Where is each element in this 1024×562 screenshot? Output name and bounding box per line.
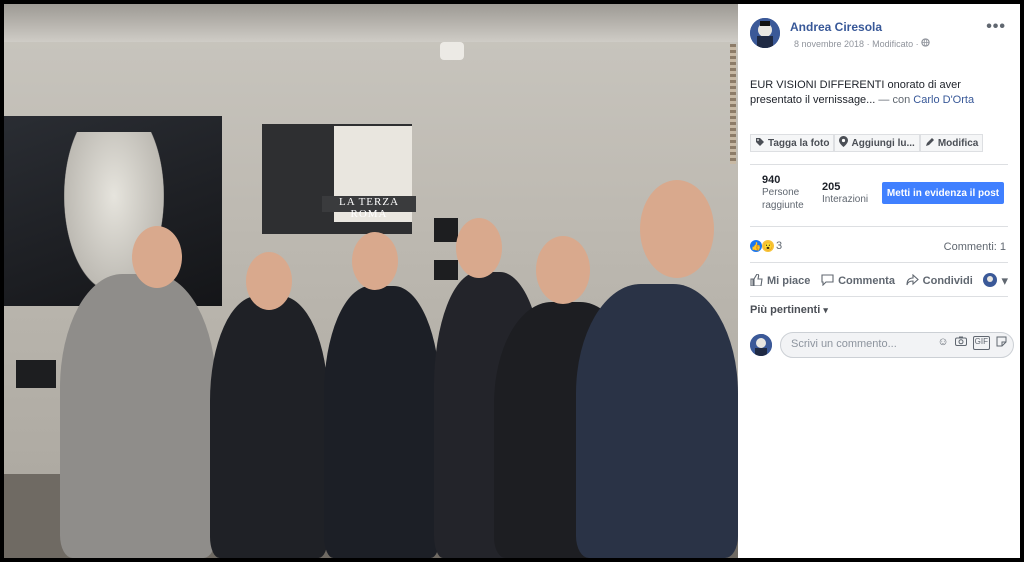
comment-sort-dropdown[interactable]: Più pertinenti ▾	[750, 304, 828, 316]
pencil-icon	[925, 137, 935, 150]
divider	[750, 296, 1008, 297]
like-reaction-icon: 👍	[750, 240, 762, 252]
post-side-panel: Andrea Ciresola 8 novembre 2018 · Modifi…	[730, 4, 1020, 558]
post-photo[interactable]: LA TERZA ROMA	[4, 4, 738, 558]
like-label: Mi piace	[767, 275, 811, 287]
reactions-count: 3	[776, 240, 783, 252]
photo-caption-text: LA TERZA ROMA	[322, 196, 416, 220]
photo-person-head	[132, 226, 182, 288]
author-avatar[interactable]	[750, 18, 780, 48]
photo-plaque	[434, 218, 458, 242]
interactions-label: Interazioni	[822, 194, 869, 205]
edited-label[interactable]: Modificato	[872, 39, 913, 49]
like-button[interactable]: Mi piace	[750, 272, 811, 289]
screenshot-frame: LA TERZA ROMA Andrea Ciresola 8 novembre…	[0, 0, 1024, 562]
photo-plaque	[434, 260, 458, 280]
security-camera	[440, 42, 464, 60]
share-button[interactable]: Condividi	[906, 273, 973, 289]
comment-composer: Scrivi un commento... ☺ GIF	[750, 330, 1014, 360]
post-date[interactable]: 8 novembre 2018	[794, 39, 864, 49]
tagged-person-link[interactable]: Carlo D'Orta	[913, 94, 974, 106]
photo-person-head	[352, 232, 398, 290]
photo-person	[60, 274, 216, 558]
photo-person-head	[246, 252, 292, 310]
comment-placeholder: Scrivi un commento...	[791, 338, 897, 350]
photo-plaque	[16, 360, 56, 388]
gif-icon[interactable]: GIF	[972, 336, 990, 350]
divider	[750, 164, 1008, 165]
post-meta: 8 novembre 2018 · Modificato ·	[794, 38, 930, 49]
camera-icon[interactable]	[954, 336, 967, 350]
audience-selector[interactable]: ▾	[983, 272, 1008, 290]
sticker-icon[interactable]	[996, 336, 1007, 350]
post-header: Andrea Ciresola 8 novembre 2018 · Modifi…	[750, 18, 1010, 58]
comment-tools: ☺ GIF	[937, 336, 1007, 350]
interactions-stat[interactable]: 205 Interazioni	[822, 181, 868, 206]
edit-button[interactable]: Modifica	[919, 134, 984, 152]
globe-icon[interactable]	[921, 38, 930, 49]
share-label: Condividi	[922, 275, 973, 287]
comment-input[interactable]: Scrivi un commento... ☺ GIF	[780, 332, 1014, 358]
add-location-label: Aggiungi lu...	[851, 137, 915, 149]
reactions-summary[interactable]: 👍 😮 3	[750, 240, 782, 252]
comment-button[interactable]: Commenta	[821, 273, 895, 289]
photo-person-head	[640, 180, 714, 278]
photo-ceiling	[4, 4, 738, 42]
more-options-icon[interactable]: •••	[986, 18, 1006, 36]
comments-count[interactable]: Commenti: 1	[944, 241, 1006, 253]
post-text: EUR VISIONI DIFFERENTI onorato di aver p…	[750, 78, 1000, 108]
photo-person	[576, 284, 738, 558]
comment-sort-label: Più pertinenti	[750, 304, 821, 316]
location-pin-icon	[839, 136, 849, 150]
emoji-icon[interactable]: ☺	[937, 336, 948, 350]
chevron-down-icon: ▾	[1001, 273, 1008, 288]
avatar-small-icon	[983, 272, 998, 290]
tagged-prefix: — con	[878, 94, 911, 106]
tag-photo-label: Tagga la foto	[768, 137, 830, 149]
author-name[interactable]: Andrea Ciresola	[790, 20, 882, 34]
edit-label: Modifica	[937, 137, 979, 149]
user-avatar[interactable]	[750, 334, 772, 356]
photo-person	[324, 286, 440, 558]
divider	[750, 226, 1008, 227]
add-location-button[interactable]: Aggiungi lu...	[834, 134, 920, 152]
photo-actions: Tagga la foto Aggiungi lu... Modifica	[750, 134, 984, 152]
tag-icon	[755, 137, 765, 150]
tag-photo-button[interactable]: Tagga la foto	[750, 134, 835, 152]
share-icon	[906, 273, 919, 289]
reached-value: 940	[762, 174, 781, 186]
lightbox: LA TERZA ROMA Andrea Ciresola 8 novembre…	[4, 4, 1020, 558]
photo-person-head	[456, 218, 502, 278]
post-action-bar: Mi piace Commenta Condividi ▾	[750, 272, 1008, 290]
wow-reaction-icon: 😮	[762, 240, 774, 252]
chevron-down-icon: ▾	[823, 305, 828, 315]
reached-label-line2: raggiunte	[762, 200, 804, 211]
interactions-value: 205	[822, 181, 841, 193]
photo-person	[210, 296, 328, 558]
boost-post-button[interactable]: Metti in evidenza il post	[882, 182, 1004, 204]
comment-icon	[821, 273, 834, 289]
reached-label-line1: Persone	[762, 187, 800, 198]
divider	[750, 262, 1008, 263]
reached-stat[interactable]: 940 Persone raggiunte	[762, 174, 804, 212]
photo-person-head	[536, 236, 590, 304]
comment-label: Commenta	[838, 275, 895, 287]
thumbs-up-icon	[750, 272, 763, 289]
